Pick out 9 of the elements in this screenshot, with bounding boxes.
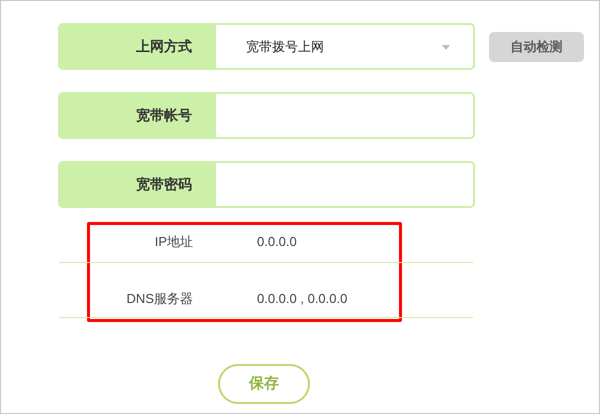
field-label: DNS服务器 xyxy=(126,290,193,308)
field-label: IP地址 xyxy=(154,233,193,252)
detect-button[interactable]: 自动检测 xyxy=(489,32,584,62)
caret-icon xyxy=(441,42,451,52)
select-field[interactable]: 上网方式 宽带拨号上网 xyxy=(58,23,475,70)
field-value: 0.0.0.0 , 0.0.0.0 xyxy=(257,290,348,308)
input-field[interactable]: 宽带帐号 xyxy=(58,92,475,139)
field-value: 0.0.0.0 xyxy=(257,233,297,252)
input-field[interactable]: 宽带密码 xyxy=(58,161,475,208)
